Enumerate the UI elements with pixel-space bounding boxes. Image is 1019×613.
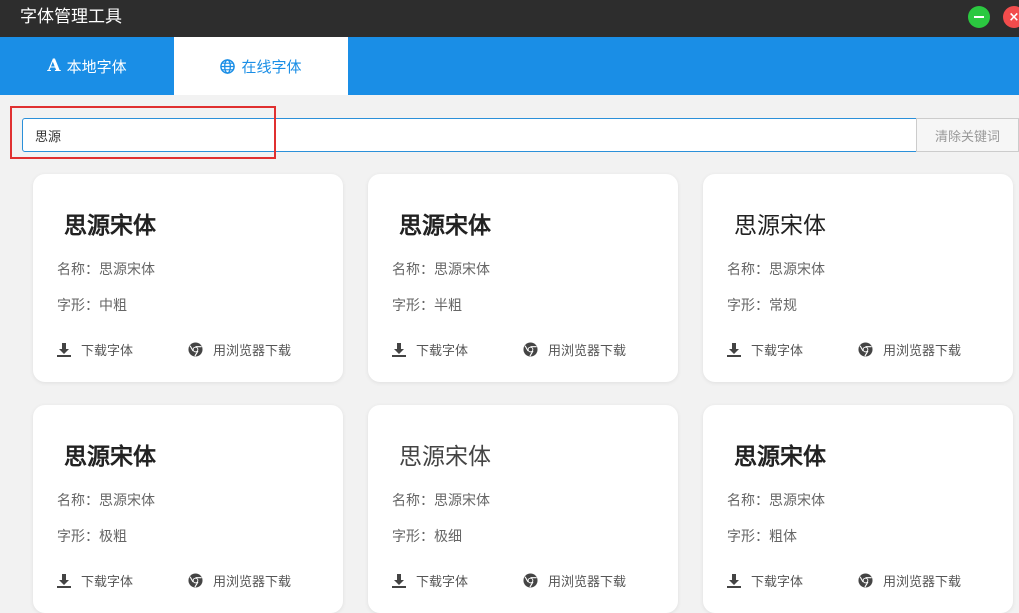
font-family-line: 名称：思源宋体 — [57, 259, 155, 279]
download-font-button[interactable]: 下载字体 — [57, 340, 188, 359]
minimize-button[interactable] — [968, 6, 990, 28]
browser-download-label: 用浏览器下载 — [548, 340, 626, 359]
download-font-button[interactable]: 下载字体 — [392, 340, 523, 359]
download-label: 下载字体 — [81, 340, 133, 359]
tab-online-label: 在线字体 — [241, 56, 301, 77]
font-name: 思源宋体 — [64, 437, 156, 471]
chrome-icon — [858, 573, 878, 588]
download-icon — [727, 343, 746, 357]
browser-download-label: 用浏览器下载 — [883, 340, 961, 359]
title-bar: 字体管理工具 × — [0, 0, 1019, 37]
download-icon — [392, 574, 411, 588]
font-style-line: 字形：半粗 — [392, 295, 462, 315]
tab-bar: A 本地字体 在线字体 — [0, 37, 1019, 95]
tab-online-fonts[interactable]: 在线字体 — [174, 37, 348, 95]
browser-download-label: 用浏览器下载 — [213, 340, 291, 359]
search-bar: 清除关键词 — [22, 118, 1019, 152]
font-style-line: 字形：极细 — [392, 526, 462, 546]
tab-local-label: 本地字体 — [67, 56, 127, 77]
chrome-icon — [523, 342, 543, 357]
font-name: 思源宋体 — [399, 437, 491, 471]
card-actions: 下载字体 用浏览器下载 — [392, 340, 626, 359]
font-style-line: 字形：中粗 — [57, 295, 127, 315]
chrome-icon — [188, 342, 208, 357]
letter-a-icon: A — [47, 56, 60, 76]
globe-icon — [220, 59, 235, 74]
browser-download-label: 用浏览器下载 — [883, 571, 961, 590]
card-actions: 下载字体 用浏览器下载 — [727, 340, 961, 359]
download-label: 下载字体 — [751, 571, 803, 590]
font-family-line: 名称：思源宋体 — [57, 490, 155, 510]
font-style-line: 字形：常规 — [727, 295, 797, 315]
font-card: 思源宋体名称：思源宋体字形：半粗下载字体 用浏览器下载 — [368, 174, 678, 382]
font-style-line: 字形：粗体 — [727, 526, 797, 546]
download-font-button[interactable]: 下载字体 — [392, 571, 523, 590]
app-title: 字体管理工具 — [20, 5, 122, 29]
font-name: 思源宋体 — [734, 206, 826, 240]
download-icon — [727, 574, 746, 588]
browser-download-button[interactable]: 用浏览器下载 — [188, 340, 291, 359]
browser-download-button[interactable]: 用浏览器下载 — [523, 340, 626, 359]
browser-download-button[interactable]: 用浏览器下载 — [188, 571, 291, 590]
chrome-icon — [858, 342, 878, 357]
download-icon — [392, 343, 411, 357]
download-font-button[interactable]: 下载字体 — [727, 340, 858, 359]
font-style-line: 字形：极粗 — [57, 526, 127, 546]
browser-download-button[interactable]: 用浏览器下载 — [858, 340, 961, 359]
download-icon — [57, 574, 76, 588]
tab-local-fonts[interactable]: A 本地字体 — [0, 37, 174, 95]
browser-download-label: 用浏览器下载 — [548, 571, 626, 590]
font-family-line: 名称：思源宋体 — [392, 259, 490, 279]
font-family-line: 名称：思源宋体 — [727, 259, 825, 279]
browser-download-button[interactable]: 用浏览器下载 — [523, 571, 626, 590]
card-actions: 下载字体 用浏览器下载 — [392, 571, 626, 590]
download-label: 下载字体 — [751, 340, 803, 359]
font-name: 思源宋体 — [734, 437, 826, 471]
font-card: 思源宋体名称：思源宋体字形：极粗下载字体 用浏览器下载 — [33, 405, 343, 613]
download-icon — [57, 343, 76, 357]
browser-download-button[interactable]: 用浏览器下载 — [858, 571, 961, 590]
card-actions: 下载字体 用浏览器下载 — [727, 571, 961, 590]
font-card: 思源宋体名称：思源宋体字形：粗体下载字体 用浏览器下载 — [703, 405, 1013, 613]
browser-download-label: 用浏览器下载 — [213, 571, 291, 590]
chrome-icon — [523, 573, 543, 588]
download-font-button[interactable]: 下载字体 — [727, 571, 858, 590]
card-actions: 下载字体 用浏览器下载 — [57, 340, 291, 359]
download-label: 下载字体 — [81, 571, 133, 590]
download-label: 下载字体 — [416, 340, 468, 359]
card-actions: 下载字体 用浏览器下载 — [57, 571, 291, 590]
font-name: 思源宋体 — [64, 206, 156, 240]
font-card: 思源宋体名称：思源宋体字形：中粗下载字体 用浏览器下载 — [33, 174, 343, 382]
font-family-line: 名称：思源宋体 — [727, 490, 825, 510]
chrome-icon — [188, 573, 208, 588]
font-name: 思源宋体 — [399, 206, 491, 240]
search-input[interactable] — [22, 118, 917, 152]
clear-keyword-button[interactable]: 清除关键词 — [916, 118, 1019, 152]
font-family-line: 名称：思源宋体 — [392, 490, 490, 510]
download-font-button[interactable]: 下载字体 — [57, 571, 188, 590]
download-label: 下载字体 — [416, 571, 468, 590]
font-card: 思源宋体名称：思源宋体字形：极细下载字体 用浏览器下载 — [368, 405, 678, 613]
close-button[interactable]: × — [1003, 6, 1019, 28]
font-card: 思源宋体名称：思源宋体字形：常规下载字体 用浏览器下载 — [703, 174, 1013, 382]
